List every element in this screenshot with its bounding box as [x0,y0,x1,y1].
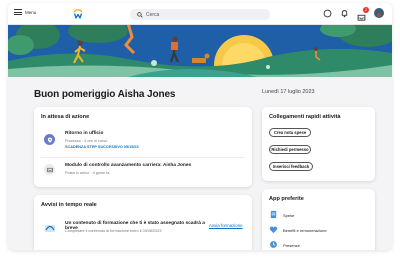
hamburger-icon [14,9,22,15]
favorite-apps-card: App preferite Spese Benefit e remunerazi… [262,189,375,250]
task-deadline-link[interactable]: SCADENZA STEP SUCCESSIVO 05/15/23 [65,145,139,149]
task-title: Ritorno in ufficio [65,131,104,136]
user-avatar[interactable] [374,8,384,18]
task-subtitle: Processo · 4 ore in corso [65,139,108,143]
page-title: Buon pomeriggio Aisha Jones [34,89,176,100]
awaiting-action-title: In attesa di azione [41,114,90,120]
hero-banner-illustration [8,25,392,77]
task-subtitle: Posta in arrivo · 4 giorni fa [65,171,110,175]
announcement-subtitle: Completare il contenuto di formazione en… [65,229,162,233]
top-bar: Menu Cerca 2 [8,3,392,25]
app-label: Presenze [283,243,300,248]
app-item-benefits[interactable]: Benefit e remunerazione [269,225,369,236]
inbox-button[interactable]: 2 [357,6,369,21]
search-icon [137,11,143,18]
search-input[interactable]: Cerca [130,9,270,20]
announcement-item[interactable]: Un contenuto di formazione che ti è stat… [41,217,245,243]
app-item-time[interactable]: Presenze [269,240,369,250]
create-expense-report-button[interactable]: Crea nota spese [269,128,311,137]
favorite-apps-title: App preferite [269,196,304,202]
divider [41,157,245,158]
user-photo [376,12,382,18]
workday-logo[interactable] [72,8,84,20]
benefits-icon [269,226,278,234]
location-pin-icon [44,134,55,145]
search-placeholder: Cerca [146,11,160,18]
quick-links-title: Collegamenti rapidi attività [269,114,341,120]
top-bar-icons: 2 [323,6,384,21]
app-label: Spese [283,213,295,218]
request-time-off-button[interactable]: Richiedi permesso [269,145,311,154]
notifications-bell-icon[interactable] [340,9,349,18]
app-label: Benefit e remunerazione [283,228,327,233]
notification-badge: 2 [363,6,369,13]
chat-icon[interactable] [323,9,332,18]
task-title: Modulo di controllo avanzamento carriera… [65,163,192,168]
quick-links-card: Collegamenti rapidi attività Crea nota s… [262,107,375,181]
announcements-card: Avvisi in tempo reale Un contenuto di fo… [34,195,252,250]
learning-icon [45,225,55,232]
task-item[interactable]: Ritorno in ufficio Processo · 4 ore in c… [41,129,245,155]
give-feedback-button[interactable]: Inserisci feedback [269,162,313,171]
current-date: Lunedì 17 luglio 2023 [262,89,315,95]
menu-button[interactable]: Menu [14,9,36,15]
task-item[interactable]: Modulo di controllo avanzamento carriera… [41,160,245,182]
inbox-icon [44,164,55,175]
time-icon [270,241,277,248]
start-training-link[interactable]: Avvia formazione [209,223,243,228]
inbox-tray-icon [357,14,366,21]
expenses-icon [270,210,277,219]
awaiting-action-card: In attesa di azione Ritorno in ufficio P… [34,107,252,187]
app-window: Menu Cerca 2 Buon pomeriggio Aisha Jones… [8,3,392,250]
menu-label: Menu [25,9,37,15]
app-item-expenses[interactable]: Spese [269,210,369,221]
announcements-title: Avvisi in tempo reale [41,202,97,208]
